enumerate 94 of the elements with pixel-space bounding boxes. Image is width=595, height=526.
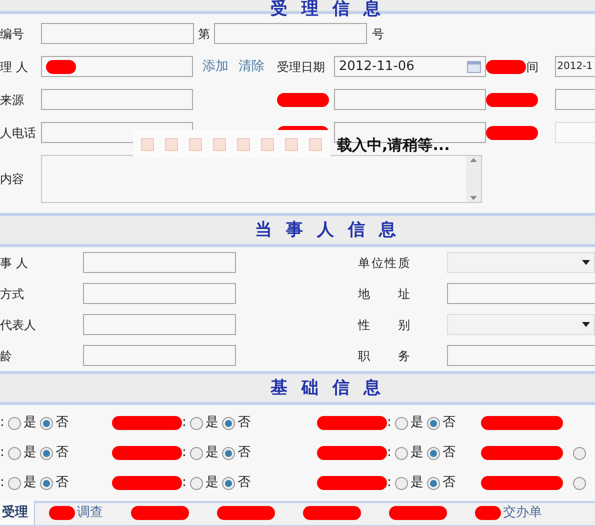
field-label: 内容 — [0, 171, 25, 188]
select-field[interactable] — [447, 314, 595, 335]
field-label: 间 — [526, 58, 538, 76]
down-arrow-icon[interactable] — [470, 196, 477, 200]
up-arrow-icon[interactable] — [470, 158, 477, 162]
radio-button[interactable] — [190, 416, 204, 430]
field-label: 职 务 — [358, 348, 410, 364]
radio-label: 是 — [205, 414, 218, 432]
radio-label: 否 — [442, 444, 456, 462]
field-label: 编号 — [0, 26, 25, 42]
field-label: 性 别 — [358, 316, 410, 334]
radio-label: 否 — [442, 414, 456, 432]
field-label: 龄 — [0, 348, 13, 364]
input-field[interactable] — [214, 23, 367, 44]
radio-button[interactable] — [190, 476, 204, 490]
input-field[interactable] — [83, 283, 236, 304]
field-label: 事 人 — [0, 254, 29, 272]
radio-button[interactable] — [573, 446, 586, 460]
radio-label: 是 — [410, 414, 424, 432]
section-title: 基 础 信 息 — [270, 378, 384, 398]
field-label: 来源 — [0, 92, 24, 108]
field-label: : — [387, 414, 392, 432]
field-label: : — [182, 474, 186, 492]
caret-icon — [582, 322, 590, 327]
radio-button[interactable] — [8, 416, 22, 430]
tab[interactable]: 调查 — [35, 501, 117, 525]
input-field[interactable] — [447, 283, 595, 304]
radio-label: 否 — [237, 474, 250, 492]
radio-button[interactable] — [222, 476, 236, 490]
radio-label: 是 — [410, 474, 424, 492]
radio-button[interactable] — [8, 476, 22, 490]
field-label: 理 人 — [0, 58, 28, 76]
radio-label: 否 — [442, 474, 456, 492]
field-label: 人电话 — [0, 124, 36, 142]
radio-label: 是 — [23, 444, 36, 462]
radio-button[interactable] — [40, 416, 54, 430]
field-label: : — [0, 414, 4, 432]
field-label: 受理日期 — [277, 58, 326, 76]
caret-icon — [582, 260, 590, 265]
field-label: 方式 — [0, 286, 25, 302]
field-label: 号 — [372, 26, 384, 42]
field-label: : — [387, 444, 392, 462]
select-field[interactable] — [447, 252, 595, 273]
field-label: : — [387, 474, 392, 492]
link[interactable]: 添加 — [202, 56, 228, 76]
section-title: 当 事 人 信 息 — [255, 220, 400, 240]
radio-label: 否 — [55, 474, 68, 492]
calendar-icon[interactable] — [467, 60, 482, 72]
radio-button[interactable] — [427, 446, 440, 460]
input-field[interactable] — [83, 314, 236, 335]
radio-button[interactable] — [395, 446, 408, 460]
input-field[interactable]: 2012-1 — [555, 56, 595, 77]
radio-button[interactable] — [427, 476, 440, 490]
input-field[interactable] — [555, 89, 595, 110]
input-field[interactable] — [40, 89, 194, 110]
radio-button[interactable] — [395, 476, 408, 490]
input-field[interactable] — [40, 56, 194, 77]
field-label: 第 — [197, 26, 211, 42]
input-field[interactable] — [41, 23, 194, 44]
input-field[interactable] — [447, 345, 595, 366]
field-label: : — [0, 474, 4, 492]
radio-label: 是 — [23, 414, 36, 432]
field-label: 单位性质 — [358, 254, 410, 272]
tab[interactable]: 交办单 — [461, 501, 556, 525]
field-label: : — [0, 444, 4, 462]
radio-button[interactable] — [427, 416, 440, 430]
link[interactable]: 清除 — [238, 56, 264, 76]
radio-button[interactable] — [190, 446, 204, 460]
radio-button[interactable] — [8, 446, 22, 460]
radio-label: 是 — [205, 474, 218, 492]
field-label: 地 址 — [358, 286, 410, 302]
radio-label: 否 — [55, 414, 68, 432]
radio-label: 是 — [205, 444, 218, 462]
input-field[interactable] — [83, 345, 236, 366]
radio-label: 是 — [23, 474, 36, 492]
radio-button[interactable] — [222, 446, 236, 460]
field-label: : — [182, 414, 186, 432]
radio-button[interactable] — [40, 476, 54, 490]
input-field[interactable] — [83, 252, 236, 273]
radio-label: 否 — [237, 414, 250, 432]
date-field[interactable]: 2012-11-06 — [334, 56, 486, 77]
radio-button[interactable] — [40, 446, 54, 460]
loading-text: 载入中,请稍等... — [337, 135, 450, 156]
input-field[interactable] — [334, 89, 486, 110]
text-area[interactable] — [41, 155, 482, 203]
radio-button[interactable] — [573, 476, 586, 490]
radio-button[interactable] — [222, 416, 236, 430]
field-label: 代表人 — [0, 316, 37, 334]
radio-label: 是 — [410, 444, 424, 462]
radio-label: 否 — [55, 444, 68, 462]
tab[interactable]: 受理 — [0, 501, 35, 525]
field-label: : — [182, 444, 186, 462]
radio-label: 否 — [237, 444, 250, 462]
radio-button[interactable] — [395, 416, 408, 430]
